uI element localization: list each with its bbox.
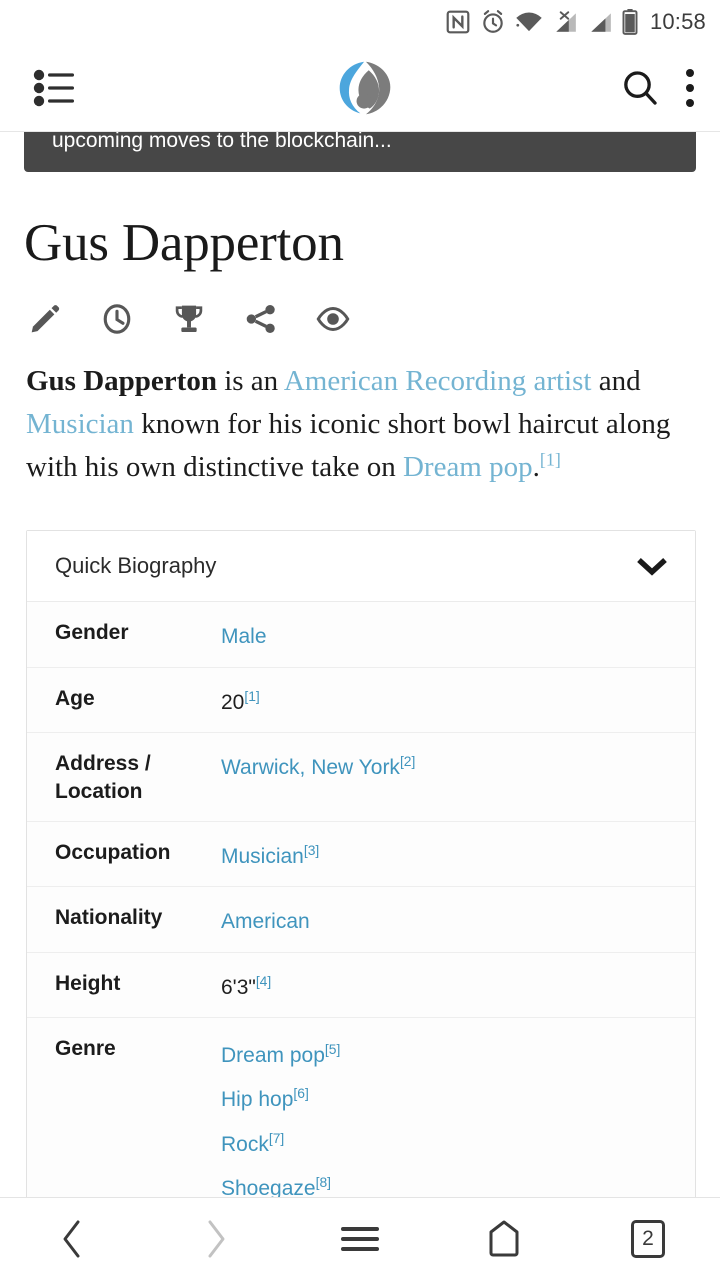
chevron-right-icon — [208, 1220, 225, 1258]
menu-button[interactable] — [0, 68, 110, 108]
forward-button[interactable] — [144, 1217, 288, 1261]
chevron-left-icon — [63, 1220, 80, 1258]
link-dream-pop[interactable]: Dream pop — [403, 451, 533, 483]
link-american[interactable]: American — [284, 365, 398, 397]
app-bar — [0, 44, 720, 132]
reference-marker[interactable]: [2] — [400, 753, 415, 769]
genre-item: Hip hop[6] — [221, 1080, 669, 1124]
infobox-title: Quick Biography — [55, 553, 217, 579]
lead-paragraph: Gus Dapperton is an American Recording a… — [0, 336, 720, 488]
history-clock-icon[interactable] — [100, 302, 134, 336]
reference-marker[interactable]: [4] — [256, 973, 271, 989]
reference-marker[interactable]: [6] — [293, 1085, 308, 1101]
hamburger-icon — [341, 1227, 379, 1251]
infobox-header[interactable]: Quick Biography — [27, 531, 695, 603]
signal-icon — [587, 10, 613, 34]
back-button[interactable] — [0, 1217, 144, 1261]
row-value: Male — [221, 616, 669, 652]
table-row: Nationality American — [27, 887, 695, 953]
notification-banner-region: upcoming moves to the blockchain... — [0, 132, 720, 180]
value-link[interactable]: Rock — [221, 1133, 269, 1156]
row-value: 6'3"[4] — [221, 967, 669, 1003]
table-row: Genre Dream pop[5] Hip hop[6] Rock[7] Sh… — [27, 1018, 695, 1197]
browser-bottom-nav: 2 — [0, 1197, 720, 1280]
row-key: Height — [55, 971, 121, 995]
infobox-rows: Gender Male Age 20[1] Address / Location… — [27, 602, 695, 1197]
table-row: Height 6'3"[4] — [27, 953, 695, 1019]
value-link[interactable]: Male — [221, 625, 267, 648]
value-text: 20 — [221, 690, 245, 714]
value-link[interactable]: American — [221, 910, 310, 933]
everipedia-logo-icon — [339, 61, 391, 114]
genre-item: Shoegaze[8] — [221, 1169, 669, 1197]
value-link[interactable]: Warwick, New York — [221, 756, 400, 779]
article-scroll-area[interactable]: upcoming moves to the blockchain... Gus … — [0, 132, 720, 1197]
signal-no-sim-icon — [552, 10, 578, 34]
page-title: Gus Dapperton — [24, 214, 344, 272]
home-pentagon-icon — [489, 1220, 519, 1257]
value-text: 6'3" — [221, 975, 256, 999]
share-icon[interactable] — [244, 302, 278, 336]
value-link[interactable]: Hip hop — [221, 1088, 293, 1111]
search-icon — [624, 70, 657, 105]
table-row: Gender Male — [27, 602, 695, 668]
trophy-icon[interactable] — [172, 302, 206, 336]
battery-icon — [622, 9, 638, 35]
nfc-icon — [445, 9, 471, 35]
row-value: Musician[3] — [221, 836, 669, 872]
value-link[interactable]: Shoegaze — [221, 1177, 316, 1197]
value-link[interactable]: Dream pop — [221, 1044, 325, 1067]
lead-text-1: is an — [216, 365, 284, 398]
tab-count-badge: 2 — [631, 1220, 665, 1258]
row-value: Warwick, New York[2] — [221, 747, 669, 783]
row-key: Nationality — [55, 906, 163, 930]
row-key: Genre — [55, 1037, 116, 1061]
genre-item: Dream pop[5] — [221, 1036, 669, 1080]
lead-subject: Gus Dapperton — [26, 365, 217, 398]
row-value: 20[1] — [221, 682, 669, 718]
article-action-bar — [0, 272, 720, 336]
row-key: Address / Location — [55, 752, 151, 804]
alarm-icon — [480, 9, 506, 35]
status-bar: 10:58 — [0, 0, 720, 44]
quick-biography-infobox: Quick Biography Gender Male Age 20[1] Ad… — [26, 530, 696, 1197]
lead-text-3: and — [591, 365, 641, 398]
search-button[interactable] — [620, 68, 660, 108]
genre-item: Rock[7] — [221, 1125, 669, 1169]
row-key: Occupation — [55, 840, 171, 864]
reference-marker[interactable]: [1] — [540, 449, 561, 469]
row-key: Gender — [55, 621, 129, 645]
app-logo[interactable] — [110, 58, 620, 118]
value-link[interactable]: Musician — [221, 845, 304, 868]
wifi-icon — [515, 10, 543, 34]
edit-icon[interactable] — [28, 302, 62, 336]
row-value: Dream pop[5] Hip hop[6] Rock[7] Shoegaze… — [221, 1032, 669, 1197]
reference-marker[interactable]: [3] — [304, 842, 319, 858]
reference-marker[interactable]: [1] — [244, 688, 259, 704]
table-row: Occupation Musician[3] — [27, 822, 695, 888]
status-bar-clock: 10:58 — [649, 9, 706, 34]
reference-marker[interactable]: [5] — [325, 1041, 340, 1057]
table-row: Address / Location Warwick, New York[2] — [27, 733, 695, 822]
views-eye-icon[interactable] — [316, 302, 350, 336]
overflow-menu-button[interactable] — [686, 68, 694, 107]
row-key: Age — [55, 686, 95, 710]
lead-text-5: . — [532, 450, 540, 483]
link-recording-artist[interactable]: Recording artist — [405, 365, 591, 397]
home-button[interactable] — [432, 1218, 576, 1260]
notification-banner[interactable]: upcoming moves to the blockchain... — [24, 132, 696, 172]
browser-menu-button[interactable] — [288, 1222, 432, 1256]
list-menu-icon — [33, 69, 74, 106]
reference-marker[interactable]: [8] — [316, 1174, 331, 1190]
link-musician[interactable]: Musician — [26, 408, 134, 440]
table-row: Age 20[1] — [27, 668, 695, 734]
tab-switcher-button[interactable]: 2 — [576, 1220, 720, 1258]
row-value: American — [221, 901, 669, 937]
reference-marker[interactable]: [7] — [269, 1130, 284, 1146]
more-vertical-icon — [686, 68, 694, 77]
chevron-down-icon[interactable] — [635, 555, 669, 577]
